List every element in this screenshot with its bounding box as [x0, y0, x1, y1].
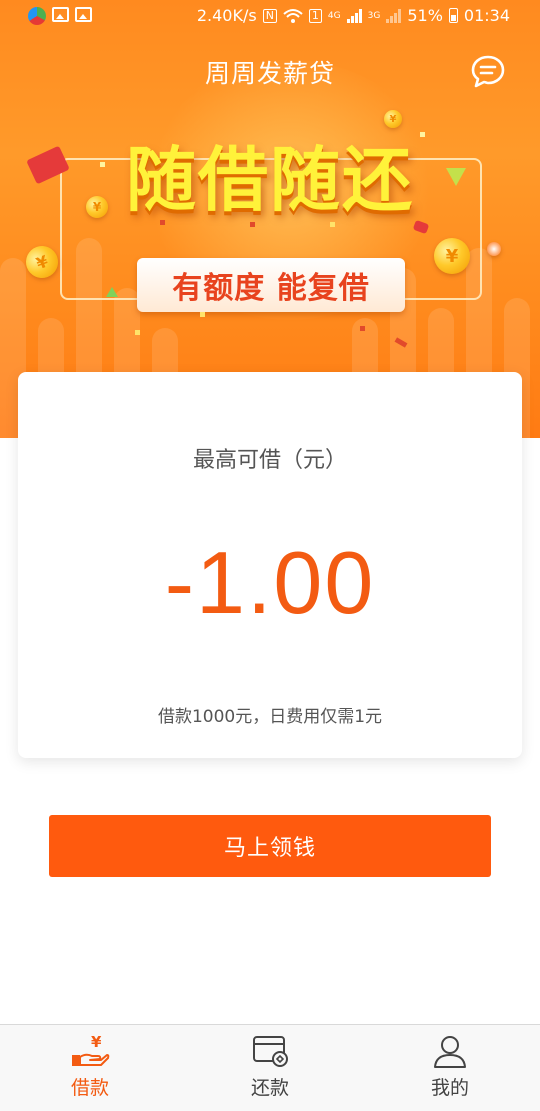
sim-badge: 1	[308, 8, 322, 23]
confetti-triangle	[106, 287, 118, 297]
signal-icon	[346, 8, 362, 23]
svg-text:¥: ¥	[91, 1033, 102, 1051]
tab-mine[interactable]: 我的	[360, 1025, 540, 1111]
clock: 01:34	[463, 6, 510, 25]
network-speed: 2.40K/s	[196, 6, 257, 25]
max-borrow-label: 最高可借（元）	[192, 448, 347, 473]
wifi-icon	[283, 8, 303, 23]
card-repay-icon	[253, 1036, 288, 1067]
image-notification-icon	[52, 7, 69, 22]
app-notification-icon	[28, 7, 46, 25]
confetti-dot	[360, 326, 365, 331]
battery-icon	[448, 8, 458, 23]
fee-note: 借款1000元，日费用仅需1元	[157, 707, 383, 727]
confetti-dot	[250, 222, 255, 227]
tab-label: 借款	[70, 1077, 109, 1099]
coin-icon: ¥	[434, 238, 470, 274]
confetti-dot	[100, 162, 105, 167]
coin-icon: ¥	[384, 110, 402, 128]
ball-icon	[487, 242, 501, 256]
network-type-4g: 4G	[327, 10, 341, 21]
confetti-dot	[420, 132, 425, 137]
confetti-dot	[200, 312, 205, 317]
bottom-tab-bar: ¥ 借款 还款 我的	[0, 1024, 540, 1111]
confetti-triangle	[446, 168, 466, 186]
confetti-dot	[135, 330, 140, 335]
tab-label: 还款	[250, 1077, 289, 1099]
hand-yen-icon: ¥	[72, 1033, 110, 1066]
coin-icon: ¥	[86, 196, 108, 218]
banner-subline: 有额度 能复借	[137, 258, 405, 312]
chat-bubble-icon[interactable]	[470, 54, 506, 90]
tab-borrow[interactable]: ¥ 借款	[0, 1025, 180, 1111]
battery-percent: 51%	[407, 6, 443, 25]
confetti-dot	[160, 220, 165, 225]
nfc-icon: N	[262, 8, 277, 23]
max-borrow-amount: -1.00	[164, 533, 376, 632]
credit-card-panel: 最高可借（元） -1.00 借款1000元，日费用仅需1元	[18, 372, 522, 758]
page-title: 周周发薪贷	[204, 59, 335, 88]
status-bar: 2.40K/s N 1 4G 3G 51% 01:34	[0, 0, 540, 34]
tab-repay[interactable]: 还款	[180, 1025, 360, 1111]
user-icon	[434, 1036, 466, 1068]
get-money-button[interactable]: 马上领钱	[49, 815, 491, 877]
tab-label: 我的	[430, 1077, 469, 1099]
image-notification-icon	[75, 7, 92, 22]
signal-icon	[386, 8, 402, 23]
network-type-3g: 3G	[367, 10, 381, 21]
confetti-dot	[330, 222, 335, 227]
